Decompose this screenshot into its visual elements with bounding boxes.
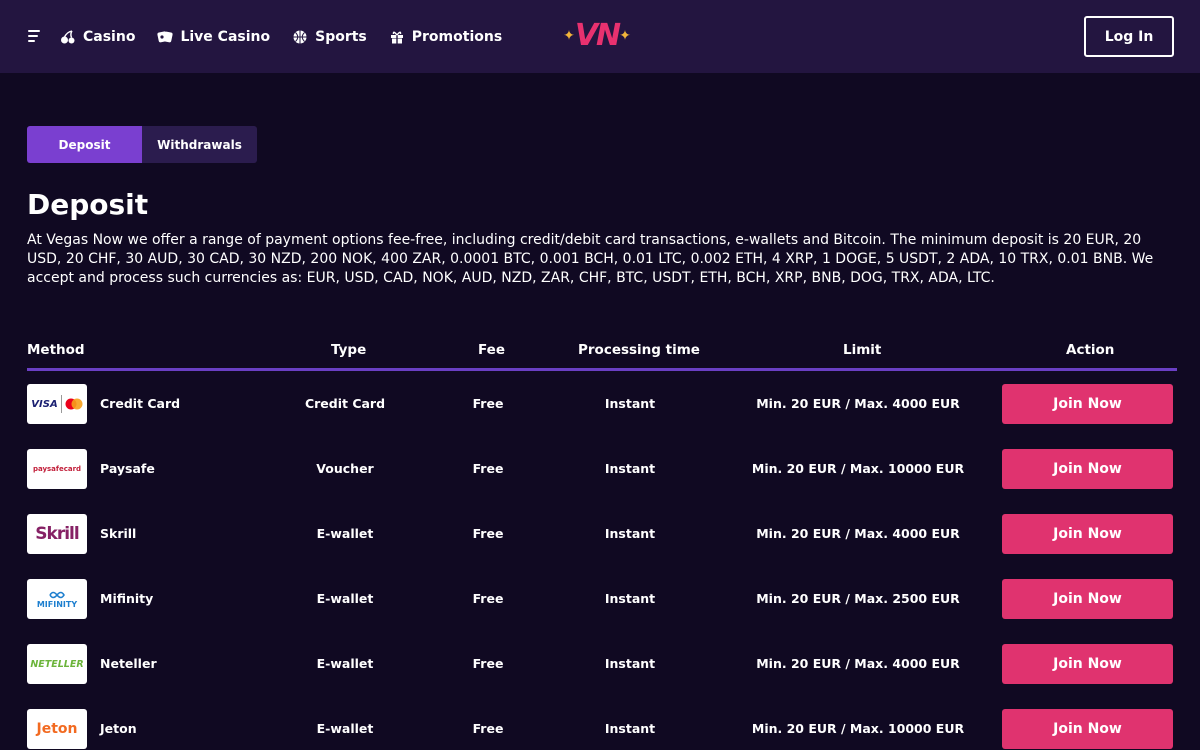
visa-logo-text: VISA (31, 398, 58, 410)
table-row: Jeton Jeton E-wallet Free Instant Min. 2… (27, 709, 1177, 749)
method-fee: Free (472, 396, 504, 411)
join-now-button[interactable]: Join Now (1002, 579, 1173, 619)
method-limit: Min. 20 EUR / Max. 4000 EUR (756, 656, 960, 671)
jeton-logo-text: Jeton (36, 721, 78, 737)
column-header-method: Method (27, 342, 85, 358)
paysafe-logo-text: paysafecard (32, 465, 82, 473)
method-limit: Min. 20 EUR / Max. 4000 EUR (756, 526, 960, 541)
basketball-icon (292, 29, 308, 45)
tab-deposit[interactable]: Deposit (27, 126, 142, 163)
table-header: Method Type Fee Processing time Limit Ac… (27, 336, 1177, 366)
mifinity-logo: MIFINITY (27, 579, 87, 619)
nav-item-sports[interactable]: Sports (292, 29, 367, 45)
join-now-button[interactable]: Join Now (1002, 514, 1173, 554)
method-processing-time: Instant (604, 591, 656, 606)
column-header-action: Action (1066, 342, 1115, 358)
nav-item-promotions[interactable]: Promotions (389, 29, 502, 45)
live-casino-icon (157, 29, 174, 45)
neteller-logo-text: NETELLER (30, 658, 84, 670)
logo-text: VN (574, 18, 621, 53)
table-row: paysafecard Paysafe Voucher Free Instant… (27, 449, 1177, 489)
method-limit: Min. 20 EUR / Max. 2500 EUR (756, 591, 960, 606)
method-name: Paysafe (100, 461, 155, 476)
nav-item-label: Live Casino (180, 28, 271, 45)
method-fee: Free (472, 526, 504, 541)
cherries-icon (60, 29, 76, 45)
method-limit: Min. 20 EUR / Max. 4000 EUR (756, 396, 960, 411)
method-fee: Free (472, 656, 504, 671)
nav-item-label: Sports (315, 28, 367, 45)
column-header-limit: Limit (843, 342, 882, 358)
nav-item-live-casino[interactable]: Live Casino (157, 29, 270, 45)
method-processing-time: Instant (604, 461, 656, 476)
method-name: Jeton (100, 721, 137, 736)
table-row: MIFINITY Mifinity E-wallet Free Instant … (27, 579, 1177, 619)
gift-icon (389, 29, 405, 45)
mastercard-icon (65, 398, 83, 410)
method-type: E-wallet (316, 591, 374, 606)
column-header-fee: Fee (478, 342, 505, 358)
method-name: Neteller (100, 656, 157, 671)
top-header: Casino Live Casino Sports Promotions ✦ V… (0, 0, 1200, 73)
method-name: Skrill (100, 526, 137, 541)
neteller-logo: NETELLER (27, 644, 87, 684)
credit-card-logo: VISA (27, 384, 87, 424)
join-now-button[interactable]: Join Now (1002, 384, 1173, 424)
join-now-button[interactable]: Join Now (1002, 449, 1173, 489)
method-type: E-wallet (316, 721, 374, 736)
method-type: Credit Card (304, 396, 386, 411)
method-processing-time: Instant (604, 396, 656, 411)
method-limit: Min. 20 EUR / Max. 10000 EUR (751, 461, 965, 476)
star-icon: ✦ (619, 28, 631, 44)
site-logo[interactable]: ✦ VN ✦ (563, 18, 631, 54)
table-row: VISA Credit Card Credit Card Free Instan… (27, 384, 1177, 424)
main-nav: Casino Live Casino Sports Promotions (60, 0, 524, 73)
method-type: Voucher (316, 461, 374, 476)
nav-item-label: Promotions (411, 28, 503, 45)
method-name: Mifinity (100, 591, 154, 606)
payment-tabs: Deposit Withdrawals (27, 126, 257, 163)
method-type: E-wallet (316, 526, 374, 541)
join-now-button[interactable]: Join Now (1002, 644, 1173, 684)
skrill-logo: Skrill (27, 514, 87, 554)
method-fee: Free (472, 591, 504, 606)
nav-item-label: Casino (83, 28, 136, 45)
column-header-processing-time: Processing time (578, 342, 700, 358)
paysafe-logo: paysafecard (27, 449, 87, 489)
hamburger-menu-icon[interactable] (28, 30, 42, 42)
method-name: Credit Card (100, 396, 181, 411)
method-fee: Free (472, 461, 504, 476)
login-button[interactable]: Log In (1084, 16, 1174, 57)
infinity-icon (49, 591, 65, 598)
method-processing-time: Instant (604, 526, 656, 541)
skrill-logo-text: Skrill (35, 524, 79, 544)
method-limit: Min. 20 EUR / Max. 10000 EUR (751, 721, 965, 736)
jeton-logo: Jeton (27, 709, 87, 749)
star-icon: ✦ (563, 28, 575, 44)
table-header-divider (27, 368, 1177, 371)
method-processing-time: Instant (604, 721, 656, 736)
method-fee: Free (472, 721, 504, 736)
page-description: At Vegas Now we offer a range of payment… (27, 232, 1154, 286)
column-header-type: Type (331, 342, 367, 358)
join-now-button[interactable]: Join Now (1002, 709, 1173, 749)
nav-item-casino[interactable]: Casino (60, 29, 135, 45)
page-title: Deposit (27, 188, 149, 221)
tab-withdrawals[interactable]: Withdrawals (142, 126, 257, 163)
method-type: E-wallet (316, 656, 374, 671)
method-processing-time: Instant (604, 656, 656, 671)
mifinity-logo-text: MIFINITY (36, 599, 78, 609)
table-row: NETELLER Neteller E-wallet Free Instant … (27, 644, 1177, 684)
table-row: Skrill Skrill E-wallet Free Instant Min.… (27, 514, 1177, 554)
